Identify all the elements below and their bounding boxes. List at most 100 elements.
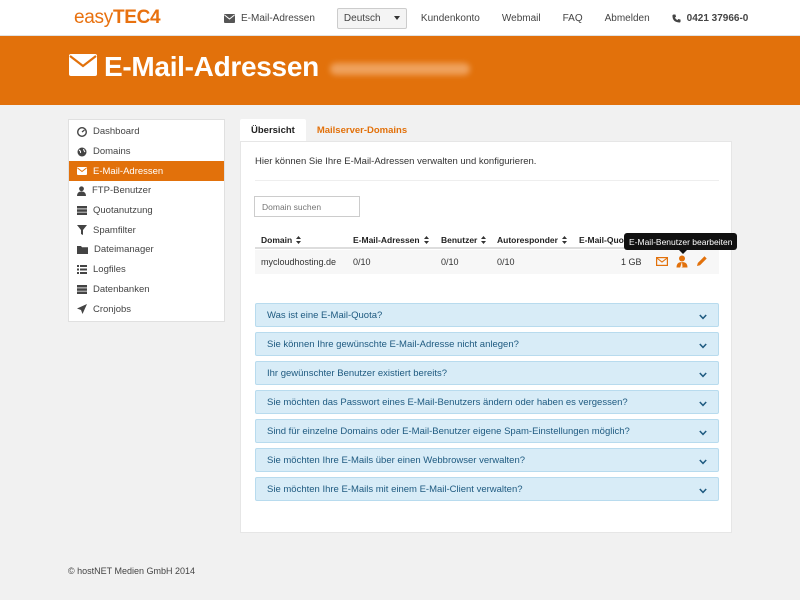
language-select[interactable]: Deutsch [336,7,407,29]
chevron-down-icon [699,457,707,468]
nav-phone: 0421 37966-0 [672,12,749,24]
language-value: Deutsch [343,12,381,24]
chevron-down-icon [699,341,707,352]
chevron-down-icon [699,399,707,410]
globe-icon [77,147,93,157]
hdd-icon [77,206,93,216]
faq-item[interactable]: Sind für einzelne Domains oder E-Mail-Be… [255,419,719,443]
logo-text-light: easy [74,7,113,28]
envelope-icon [69,54,97,76]
sidebar-item-cronjobs[interactable]: Cronjobs [69,299,224,319]
faq-item[interactable]: Was ist eine E-Mail-Quota? [255,303,719,327]
row-actions [655,254,715,268]
sidebar-item-quotanutzung[interactable]: Quotanutzung [69,201,224,221]
main-panel: Hier können Sie Ihre E-Mail-Adressen ver… [240,141,738,533]
sidebar-item-datenbanken[interactable]: Datenbanken [69,280,224,300]
nav-account[interactable]: Kundenkonto [421,13,480,24]
faq-question: Sie möchten Ihre E-Mails über einen Webb… [267,454,526,466]
tab-mailserver-domains[interactable]: Mailserver-Domains [306,119,418,141]
nav-logout[interactable]: Abmelden [605,13,650,24]
sidebar-item-domains[interactable]: Domains [69,142,224,162]
sidebar-item-e-mail-adressen[interactable]: E-Mail-Adressen [69,161,224,182]
cell-domain: mycloudhosting.de [261,257,337,267]
caret-down-icon [393,16,400,20]
sidebar-item-dashboard[interactable]: Dashboard [69,122,224,142]
envelope-icon [224,13,235,23]
sidebar: Dashboard Domains E-Mail-Adressen FTP-Benut… [68,119,225,322]
faq-item[interactable]: Sie möchten Ihre E-Mails mit einem E-Mai… [255,477,719,501]
sidebar-item-logfiles[interactable]: Logfiles [69,260,224,280]
faq-item[interactable]: Sie möchten das Passwort eines E-Mail-Be… [255,390,719,414]
faq-question: Sind für einzelne Domains oder E-Mail-Be… [267,425,630,437]
sidebar-item-label: E-Mail-Adressen [93,165,164,177]
footer-copyright: © hostNET Medien GmbH 2014 [68,566,196,576]
faq-item[interactable]: Sie möchten Ihre E-Mails über einen Webb… [255,448,719,472]
send-icon [77,304,93,315]
sidebar-item-label: Spamfilter [93,224,136,236]
sidebar-item-label: Logfiles [93,264,126,276]
tab-overview[interactable]: Übersicht [240,119,306,141]
sidebar-item-label: Dashboard [93,126,140,138]
faq-item[interactable]: Ihr gewünschter Benutzer existiert berei… [255,361,719,385]
pencil-icon[interactable] [695,254,709,268]
chevron-down-icon [699,428,707,439]
column-header-emails[interactable]: E-Mail-Adressen [353,235,429,245]
chevron-down-icon [699,370,707,381]
faq-item[interactable]: Sie können Ihre gewünschte E-Mail-Adress… [255,332,719,356]
divider [255,180,719,181]
column-header-quota[interactable]: E-Mail-Quo [579,235,624,245]
logo[interactable]: easyTEC4 [74,7,161,29]
folder-icon [77,245,94,255]
page-banner: E-Mail-Adressen [0,36,800,105]
domain-search-input[interactable] [254,196,360,217]
tooltip: E-Mail-Benutzer bearbeiten [624,233,738,254]
envelope-action-icon[interactable] [655,254,669,268]
cell-quota: 1 GB [621,257,642,267]
dashboard-icon [77,126,93,137]
sidebar-item-label: Dateimanager [94,244,154,256]
logo-text-bold: TEC [112,7,151,28]
tab-bar: Übersicht Mailserver-Domains [240,119,418,141]
sidebar-item-label: Quotanutzung [93,205,153,217]
sort-icon [423,236,429,244]
chevron-down-icon [699,486,707,497]
sidebar-item-ftp-benutzer[interactable]: FTP-Benutzer [69,181,224,201]
top-nav: E-Mail-Adressen Deutsch Kundenkonto Webm… [224,0,770,36]
faq-question: Sie möchten Ihre E-Mails mit einem E-Mai… [267,483,523,495]
phone-icon [672,13,681,23]
cell-autoresponder: 0/10 [497,257,515,267]
list-icon [77,265,93,275]
nav-email-label: E-Mail-Adressen [241,12,315,24]
faq-question: Sie möchten das Passwort eines E-Mail-Be… [267,396,628,408]
phone-number: 0421 37966-0 [686,12,749,24]
nav-email-addresses[interactable]: E-Mail-Adressen [224,13,315,24]
logo-digit: 4 [150,7,161,28]
page-title: E-Mail-Adressen [104,51,319,82]
sidebar-item-spamfilter[interactable]: Spamfilter [69,220,224,240]
nav-faq[interactable]: FAQ [563,13,583,24]
column-header-autoresponder[interactable]: Autoresponder [497,235,567,245]
sidebar-item-label: Domains [93,146,131,158]
top-bar: easyTEC4 E-Mail-Adressen Deutsch Kundenk… [0,0,800,36]
sort-icon [481,236,487,244]
cell-emails: 0/10 [353,257,371,267]
user-icon [77,186,92,196]
envelope-icon [77,167,93,176]
table-row: mycloudhosting.de 0/10 0/10 0/10 1 GB [255,250,719,274]
edit-user-icon[interactable] [675,254,689,268]
blurred-domain [330,63,470,75]
faq-question: Sie können Ihre gewünschte E-Mail-Adress… [267,338,519,350]
column-header-users[interactable]: Benutzer [441,235,487,245]
filter-icon [77,225,93,236]
sidebar-item-label: FTP-Benutzer [92,185,152,197]
sort-icon [296,236,302,244]
cell-users: 0/10 [441,257,459,267]
faq-question: Was ist eine E-Mail-Quota? [267,309,383,321]
faq-question: Ihr gewünschter Benutzer existiert berei… [267,367,448,379]
chevron-down-icon [699,312,707,323]
database-icon [77,284,93,294]
nav-webmail[interactable]: Webmail [502,13,541,24]
column-header-domain[interactable]: Domain [261,235,302,245]
sidebar-item-label: Cronjobs [93,303,132,315]
sidebar-item-dateimanager[interactable]: Dateimanager [69,240,224,260]
